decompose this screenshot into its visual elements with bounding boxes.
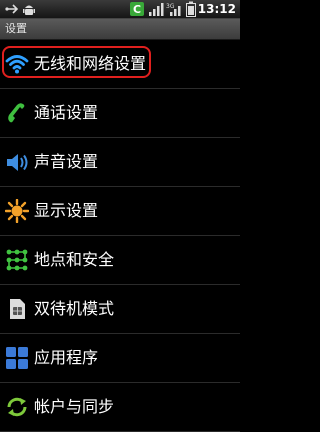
svg-text:C: C: [133, 3, 141, 16]
settings-list: 无线和网络设置 通话设置 声音设置 显示设置 地点和安全 双待机模式 应用程序 …: [0, 40, 240, 432]
sim-card-icon: [10, 299, 25, 319]
settings-item-label: 应用程序: [34, 348, 99, 367]
brightness-icon: [5, 199, 29, 223]
highlight-box: [2, 46, 151, 78]
carrier-c-icon: C: [130, 2, 144, 16]
settings-item-label: 帐户与同步: [34, 397, 115, 416]
sync-icon: [7, 397, 27, 417]
speaker-icon: [7, 154, 28, 171]
title-bar: 设置: [0, 19, 240, 40]
settings-item-label: 通话设置: [34, 103, 99, 122]
apps-icon: [6, 347, 28, 369]
phone-icon: [8, 103, 25, 123]
settings-item-label: 双待机模式: [34, 299, 115, 318]
settings-item-wireless-network[interactable]: 无线和网络设置: [0, 40, 240, 89]
svg-text:3G: 3G: [166, 3, 175, 10]
page-title: 设置: [5, 22, 27, 35]
settings-item-label: 地点和安全: [34, 250, 115, 269]
settings-item-call[interactable]: 通话设置: [0, 89, 240, 138]
settings-item-label: 显示设置: [34, 201, 99, 220]
settings-item-label: 声音设置: [34, 152, 99, 171]
status-time: 13:12: [197, 2, 236, 16]
settings-item-location-security[interactable]: 地点和安全: [0, 236, 240, 285]
settings-item-dual-standby[interactable]: 双待机模式: [0, 285, 240, 334]
usb-icon: [5, 4, 19, 14]
battery-icon: [186, 1, 196, 17]
android-debug-icon: [23, 5, 35, 15]
settings-item-display[interactable]: 显示设置: [0, 187, 240, 236]
settings-item-applications[interactable]: 应用程序: [0, 334, 240, 383]
settings-item-accounts-sync[interactable]: 帐户与同步: [0, 383, 240, 432]
3g-signal-icon: 3G: [166, 3, 181, 16]
signal-icon: [149, 3, 164, 16]
location-security-icon: [6, 249, 28, 271]
settings-item-sound[interactable]: 声音设置: [0, 138, 240, 187]
status-bar: C 3G 13:12: [0, 0, 240, 19]
